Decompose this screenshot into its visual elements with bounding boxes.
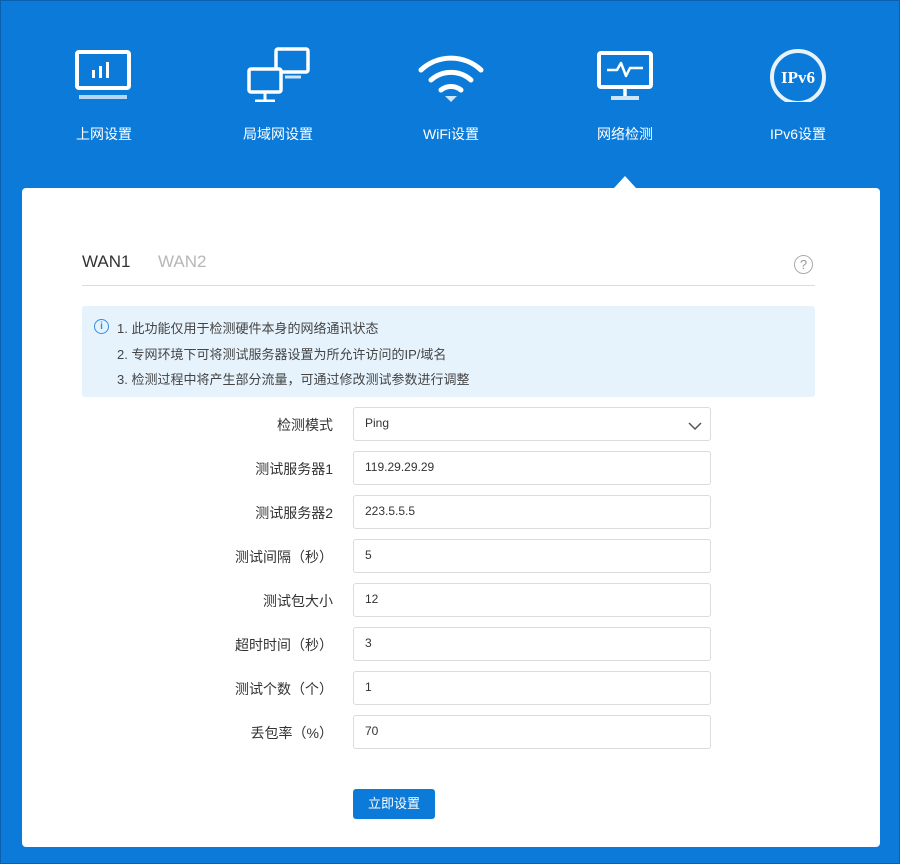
server1-input[interactable]: 119.29.29.29 <box>353 451 711 485</box>
packet-size-value: 12 <box>365 592 379 606</box>
form-row-mode: 检测模式 Ping <box>22 407 880 441</box>
wan-tabs: WAN1 WAN2 ? <box>82 250 815 286</box>
server2-label: 测试服务器2 <box>255 505 333 521</box>
form-row-server2: 测试服务器2 223.5.5.5 <box>22 495 880 529</box>
ipv6-badge-text: IPv6 <box>781 68 815 87</box>
ipv6-icon: IPv6 <box>738 40 858 102</box>
lan-computers-icon <box>218 40 338 102</box>
info-icon: i <box>94 319 109 334</box>
mode-label: 检测模式 <box>277 417 333 433</box>
server2-input[interactable]: 223.5.5.5 <box>353 495 711 529</box>
nav-item-ipv6-settings[interactable]: IPv6 IPv6设置 <box>738 40 858 150</box>
nav-item-label: 网络检测 <box>597 126 653 142</box>
count-input[interactable]: 1 <box>353 671 711 705</box>
server2-value: 223.5.5.5 <box>365 504 416 518</box>
nav-item-network-test[interactable]: 网络检测 <box>565 40 685 150</box>
form-row-loss-rate: 丢包率（%） 70 <box>22 715 880 749</box>
nav-item-label: IPv6设置 <box>769 126 826 142</box>
server1-label: 测试服务器1 <box>255 461 333 477</box>
form-row-timeout: 超时时间（秒） 3 <box>22 627 880 661</box>
nav-item-label: WiFi设置 <box>423 126 479 142</box>
info-notice: i 1. 此功能仅用于检测硬件本身的网络通讯状态 2. 专网环境下可将测试服务器… <box>82 306 815 397</box>
packet-size-label: 测试包大小 <box>263 593 333 609</box>
loss-rate-value: 70 <box>365 724 379 738</box>
notice-line-2: 2. 专网环境下可将测试服务器设置为所允许访问的IP/域名 <box>117 347 447 362</box>
loss-rate-label: 丢包率（%） <box>250 725 333 741</box>
nav-item-label: 上网设置 <box>76 126 132 142</box>
mode-select[interactable]: Ping <box>353 407 711 441</box>
tab-wan1[interactable]: WAN1 <box>82 252 131 272</box>
packet-size-input[interactable]: 12 <box>353 583 711 617</box>
count-value: 1 <box>365 680 372 694</box>
server1-value: 119.29.29.29 <box>365 460 435 474</box>
tab-wan2[interactable]: WAN2 <box>158 252 207 272</box>
nav-item-internet-settings[interactable]: 上网设置 <box>44 40 164 150</box>
form-row-interval: 测试间隔（秒） 5 <box>22 539 880 573</box>
notice-line-1: 1. 此功能仅用于检测硬件本身的网络通讯状态 <box>117 321 379 336</box>
nav-item-wifi-settings[interactable]: WiFi设置 <box>391 40 511 150</box>
notice-line-3: 3. 检测过程中将产生部分流量，可通过修改测试参数进行调整 <box>117 372 470 387</box>
form-row-server1: 测试服务器1 119.29.29.29 <box>22 451 880 485</box>
interval-value: 5 <box>365 548 372 562</box>
timeout-input[interactable]: 3 <box>353 627 711 661</box>
content-panel: WAN1 WAN2 ? i 1. 此功能仅用于检测硬件本身的网络通讯状态 2. … <box>22 188 880 847</box>
chevron-down-icon <box>688 418 702 436</box>
count-label: 测试个数（个） <box>235 681 333 697</box>
interval-label: 测试间隔（秒） <box>235 549 333 565</box>
timeout-label: 超时时间（秒） <box>235 637 333 653</box>
active-tab-pointer <box>614 176 636 188</box>
top-navigation: 上网设置 局域网设置 WiFi设置 网络检测 IPv6 IPv6设置 <box>0 0 900 188</box>
form-row-count: 测试个数（个） 1 <box>22 671 880 705</box>
apply-button[interactable]: 立即设置 <box>353 789 435 819</box>
mode-select-value: Ping <box>365 416 390 430</box>
loss-rate-input[interactable]: 70 <box>353 715 711 749</box>
timeout-value: 3 <box>365 636 372 650</box>
wifi-icon <box>391 40 511 102</box>
network-monitor-icon <box>565 40 685 102</box>
interval-input[interactable]: 5 <box>353 539 711 573</box>
nav-item-lan-settings[interactable]: 局域网设置 <box>218 40 338 150</box>
help-icon[interactable]: ? <box>794 255 813 274</box>
monitor-chart-icon <box>44 40 164 102</box>
nav-item-label: 局域网设置 <box>243 126 313 142</box>
form-row-packet-size: 测试包大小 12 <box>22 583 880 617</box>
